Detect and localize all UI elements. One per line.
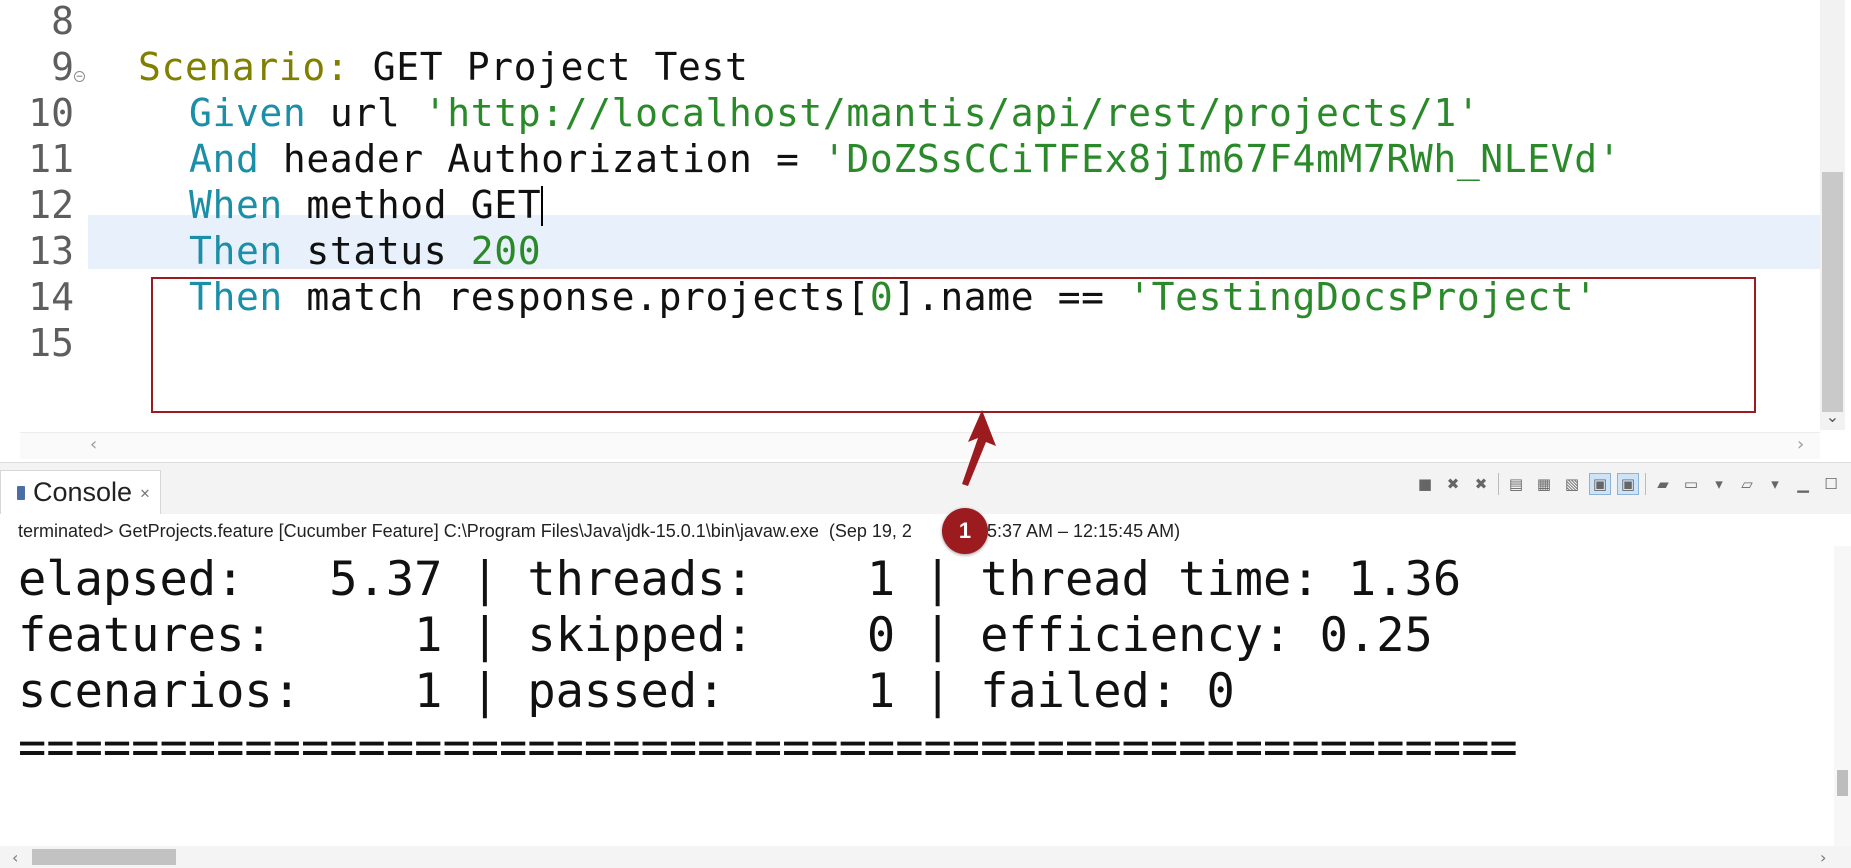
string-literal: 'http://localhost/mantis/api/rest/projec…	[423, 91, 1481, 135]
scroll-down-arrow-icon[interactable]: ⌄	[1822, 404, 1843, 430]
string-literal: 'DoZSsCCiTFEx8jIm67F4mM7RWh_NLEVd'	[822, 137, 1622, 181]
word-wrap-icon[interactable]: ▧	[1561, 473, 1583, 495]
console-output-line: elapsed: 5.37 | threads: 1 | thread time…	[18, 552, 1462, 607]
clear-console-icon[interactable]: ▤	[1505, 473, 1527, 495]
console-process-status: terminated> GetProjects.feature [Cucumbe…	[18, 521, 1180, 542]
scroll-right-arrow-icon[interactable]: ›	[1820, 848, 1826, 867]
dropdown-arrow-icon[interactable]: ▾	[1708, 473, 1730, 495]
console-vertical-scrollbar[interactable]	[1834, 546, 1851, 846]
console-horizontal-scrollbar-thumb[interactable]	[32, 849, 176, 865]
step-text: status	[282, 229, 471, 273]
toolbar-separator	[1645, 473, 1646, 495]
scroll-left-arrow-icon[interactable]: ‹	[90, 434, 97, 455]
dropdown-arrow-icon[interactable]: ▾	[1764, 473, 1786, 495]
display-selected-console-icon[interactable]: ▭	[1680, 473, 1702, 495]
pin-console-icon[interactable]: ▰	[1652, 473, 1674, 495]
scroll-right-arrow-icon[interactable]: ›	[1797, 434, 1804, 455]
annotation-highlight-box	[151, 277, 1756, 413]
open-console-icon[interactable]: ▱	[1736, 473, 1758, 495]
annotation-arrow-icon	[962, 410, 996, 486]
console-toolbar: ■ ✖ ✖ ▤ ▦ ▧ ▣ ▣ ▰ ▭ ▾ ▱ ▾ ▁ ☐	[1414, 470, 1842, 498]
tab-console[interactable]: Console ✕	[0, 470, 161, 514]
collapse-fold-icon[interactable]: −	[74, 71, 85, 82]
remove-all-terminated-icon[interactable]: ✖	[1470, 473, 1492, 495]
console-output-line: ========================================…	[18, 720, 1518, 775]
console-output[interactable]: elapsed: 5.37 | threads: 1 | thread time…	[0, 546, 1851, 846]
minimize-icon[interactable]: ▁	[1792, 473, 1814, 495]
step-text: header Authorization =	[259, 137, 823, 181]
feature-editor[interactable]: 8 9 10 11 12 13 14 15 − Scenario: GET Pr…	[0, 0, 1851, 462]
line-number: 15	[28, 321, 74, 365]
console-vertical-scrollbar-thumb[interactable]	[1837, 770, 1848, 796]
step-text: method GET	[282, 183, 542, 227]
step-keyword: And	[189, 137, 260, 181]
scroll-left-arrow-icon[interactable]: ‹	[12, 848, 18, 867]
toolbar-separator	[1498, 473, 1499, 495]
show-console-on-output-icon[interactable]: ▣	[1589, 473, 1611, 495]
editor-vertical-scrollbar-thumb[interactable]	[1822, 172, 1843, 412]
maximize-icon[interactable]: ☐	[1820, 473, 1842, 495]
console-icon	[17, 485, 25, 500]
step-keyword: Then	[189, 229, 283, 273]
step-text: url	[306, 91, 424, 135]
step-keyword: Given	[189, 91, 307, 135]
console-output-line: scenarios: 1 | passed: 1 | failed: 0	[18, 664, 1235, 719]
scroll-lock-icon[interactable]: ▦	[1533, 473, 1555, 495]
terminate-icon[interactable]: ■	[1414, 473, 1436, 495]
console-tab-label: Console	[33, 477, 133, 507]
text-cursor	[541, 186, 544, 226]
step-keyword: When	[189, 183, 283, 227]
annotation-step-badge: 1	[942, 508, 988, 554]
console-horizontal-scrollbar[interactable]	[0, 846, 1851, 868]
number-literal: 200	[470, 229, 542, 273]
scenario-keyword: Scenario:	[138, 45, 350, 89]
close-icon[interactable]: ✕	[140, 483, 150, 502]
remove-launch-icon[interactable]: ✖	[1442, 473, 1464, 495]
editor-horizontal-scrollbar[interactable]	[20, 432, 1820, 459]
status-process-text: terminated> GetProjects.feature [Cucumbe…	[18, 521, 912, 541]
scenario-title: GET Project Test	[349, 45, 749, 89]
console-output-line: features: 1 | skipped: 0 | efficiency: 0…	[18, 608, 1433, 663]
show-console-on-error-icon[interactable]: ▣	[1617, 473, 1639, 495]
